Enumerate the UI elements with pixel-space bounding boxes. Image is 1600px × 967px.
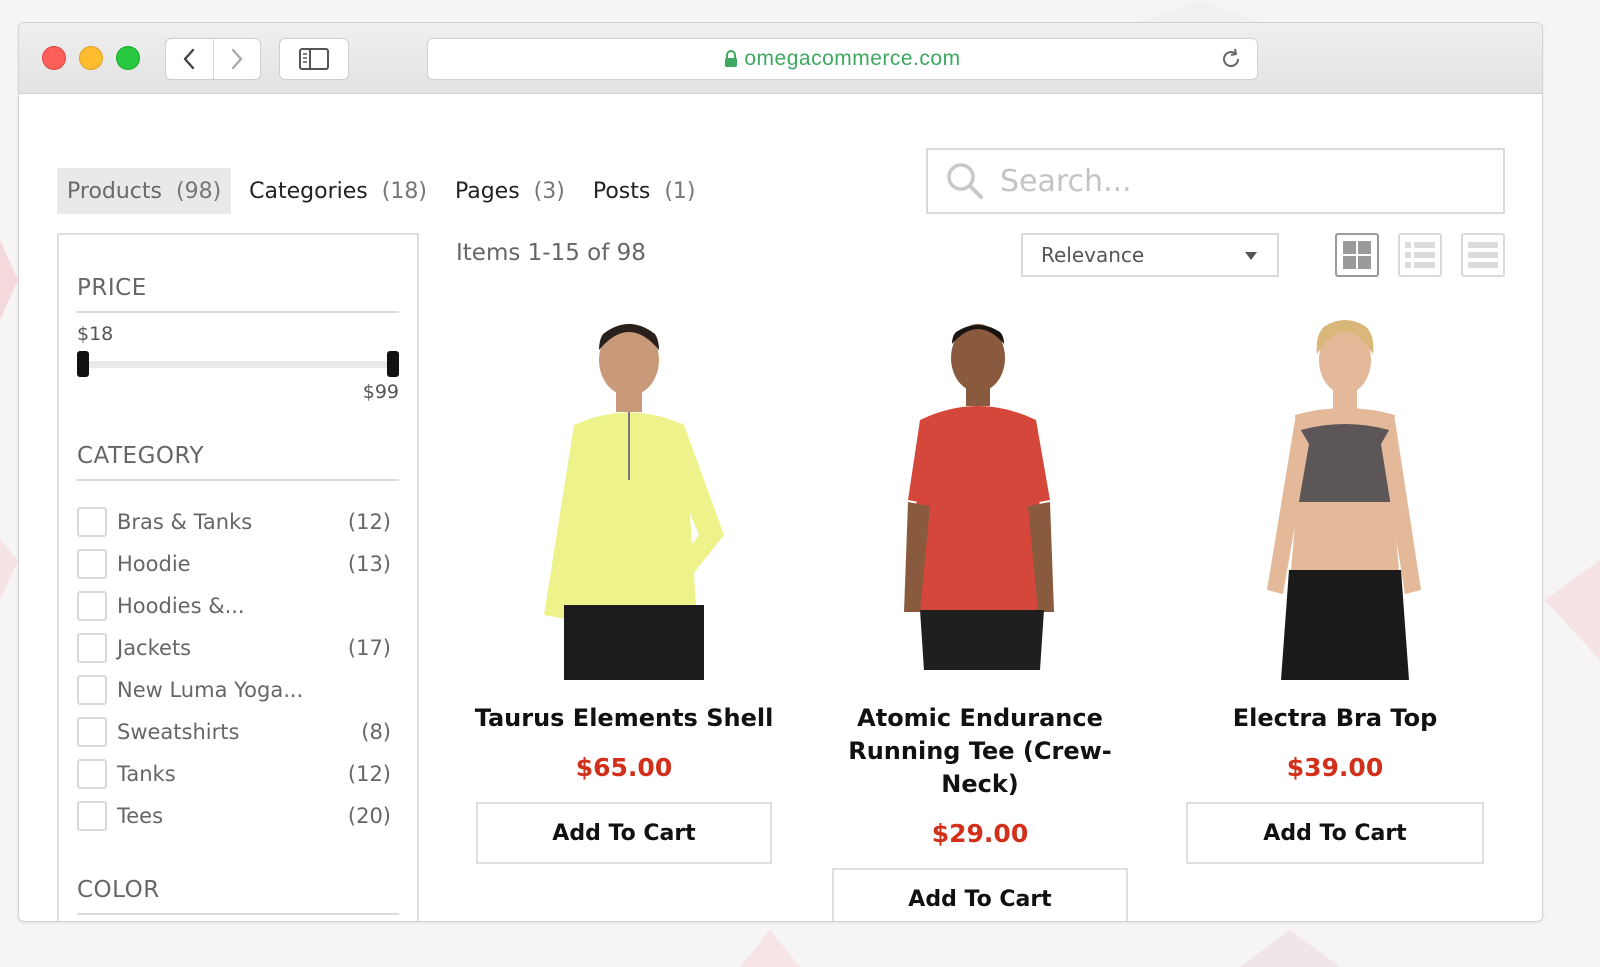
sort-select[interactable]: Relevance — [1021, 233, 1279, 277]
tab-posts[interactable]: Posts (1) — [583, 168, 706, 214]
category-item[interactable]: Sweatshirts (8) — [77, 711, 399, 753]
category-checkbox[interactable] — [77, 675, 107, 705]
tab-count: (18) — [381, 178, 427, 204]
minimize-window-button[interactable] — [79, 46, 103, 70]
list-view-icon — [1405, 242, 1435, 268]
product-image[interactable] — [850, 320, 1110, 680]
category-label: Sweatshirts — [117, 720, 240, 744]
close-window-button[interactable] — [42, 46, 66, 70]
tab-label: Pages — [454, 178, 520, 204]
category-label: Bras & Tanks — [117, 510, 253, 534]
category-count: (12) — [347, 510, 391, 534]
color-filter-heading: COLOR — [77, 877, 399, 915]
chevron-left-icon — [184, 48, 195, 70]
caret-down-icon — [1245, 252, 1257, 260]
category-item[interactable]: Tanks (12) — [77, 753, 399, 795]
add-to-cart-button[interactable]: Add To Cart — [476, 802, 772, 864]
reload-icon[interactable] — [1219, 47, 1243, 71]
category-item[interactable]: Hoodie (13) — [77, 543, 399, 585]
product-card[interactable]: Taurus Elements Shell $65.00 Add To Cart — [474, 320, 774, 864]
search-icon — [947, 163, 983, 199]
price-max-label: $99 — [362, 381, 399, 403]
product-name[interactable]: Electra Bra Top — [1233, 702, 1438, 735]
category-count: (12) — [347, 762, 391, 786]
product-price: $29.00 — [931, 819, 1029, 848]
price-filter-heading: PRICE — [77, 275, 399, 313]
slider-track — [81, 361, 395, 368]
tab-count: (3) — [533, 178, 565, 204]
category-item[interactable]: Tees (20) — [77, 795, 399, 837]
product-name[interactable]: Taurus Elements Shell — [475, 702, 774, 735]
search-box — [926, 148, 1505, 214]
category-label: Hoodie — [117, 552, 191, 576]
chevron-right-icon — [231, 48, 242, 70]
sidebar-toggle-button[interactable] — [279, 38, 349, 80]
table-view-icon — [1468, 242, 1498, 268]
tab-pages[interactable]: Pages (3) — [445, 168, 575, 214]
sidebar-icon — [299, 48, 329, 70]
category-count: (20) — [347, 804, 391, 828]
category-item[interactable]: Jackets (17) — [77, 627, 399, 669]
category-label: New Luma Yoga... — [117, 678, 304, 702]
grid-view-icon — [1343, 241, 1371, 269]
product-price: $65.00 — [575, 753, 673, 782]
product-image[interactable] — [494, 320, 754, 680]
browser-window: omegacommerce.com Products (98) Categori… — [18, 22, 1543, 922]
grid-view-button[interactable] — [1335, 233, 1379, 277]
tab-categories[interactable]: Categories (18) — [239, 168, 437, 214]
search-input[interactable] — [1000, 163, 1470, 199]
category-list: Bras & Tanks (12) Hoodie (13) Hoodies &...… — [77, 501, 399, 837]
category-label: Tees — [117, 804, 164, 828]
result-type-tabs: Products (98) Categories (18) Pages (3) … — [57, 168, 714, 214]
tab-count: (1) — [664, 178, 696, 204]
table-view-button[interactable] — [1461, 233, 1505, 277]
address-bar[interactable]: omegacommerce.com — [427, 38, 1258, 80]
zoom-window-button[interactable] — [116, 46, 140, 70]
tab-label: Categories — [249, 178, 368, 204]
history-nav — [165, 38, 261, 80]
tab-products[interactable]: Products (98) — [57, 168, 232, 214]
page-content: Products (98) Categories (18) Pages (3) … — [19, 95, 1542, 921]
lock-icon — [725, 50, 738, 67]
list-view-button[interactable] — [1398, 233, 1442, 277]
category-checkbox[interactable] — [77, 717, 107, 747]
tab-label: Products — [67, 178, 162, 204]
product-name[interactable]: Atomic Endurance Running Tee (Crew-Neck) — [840, 702, 1120, 801]
slider-min-handle[interactable] — [77, 351, 89, 377]
category-item[interactable]: New Luma Yoga... — [77, 669, 399, 711]
category-count: (17) — [347, 636, 391, 660]
forward-button[interactable] — [212, 39, 261, 79]
filter-panel: PRICE $18 $99 CATEGORY Bras & Tanks (12) … — [57, 233, 419, 921]
category-count: (8) — [361, 720, 391, 744]
sort-selected-value: Relevance — [1041, 243, 1145, 267]
add-to-cart-button[interactable]: Add To Cart — [832, 868, 1128, 921]
product-image[interactable] — [1205, 320, 1465, 680]
category-checkbox[interactable] — [77, 801, 107, 831]
category-checkbox[interactable] — [77, 633, 107, 663]
category-filter-heading: CATEGORY — [77, 443, 399, 481]
category-item[interactable]: Bras & Tanks (12) — [77, 501, 399, 543]
slider-max-handle[interactable] — [387, 351, 399, 377]
category-label: Hoodies &... — [117, 594, 245, 618]
product-card[interactable]: Atomic Endurance Running Tee (Crew-Neck)… — [830, 320, 1130, 921]
category-count: (13) — [347, 552, 391, 576]
tab-count: (98) — [176, 178, 222, 204]
product-card[interactable]: Electra Bra Top $39.00 Add To Cart — [1185, 320, 1485, 864]
browser-titlebar: omegacommerce.com — [19, 23, 1542, 94]
add-to-cart-button[interactable]: Add To Cart — [1186, 802, 1484, 864]
category-checkbox[interactable] — [77, 549, 107, 579]
back-button[interactable] — [166, 39, 213, 79]
category-checkbox[interactable] — [77, 759, 107, 789]
category-checkbox[interactable] — [77, 507, 107, 537]
url-text: omegacommerce.com — [744, 47, 961, 70]
tab-label: Posts — [592, 178, 651, 204]
category-item[interactable]: Hoodies &... — [77, 585, 399, 627]
category-label: Jackets — [117, 636, 192, 660]
category-checkbox[interactable] — [77, 591, 107, 621]
items-count: Items 1-15 of 98 — [456, 240, 646, 266]
price-min-label: $18 — [77, 323, 114, 345]
price-range-slider[interactable] — [77, 349, 399, 379]
product-price: $39.00 — [1286, 753, 1384, 782]
category-label: Tanks — [117, 762, 176, 786]
